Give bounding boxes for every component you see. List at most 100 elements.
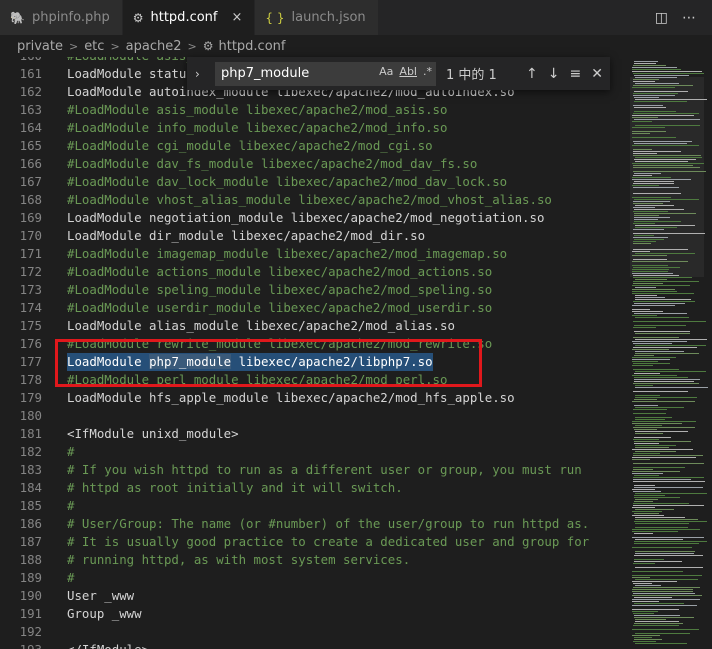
breadcrumb-item[interactable]: etc (84, 39, 104, 54)
code-line[interactable]: 185 # (0, 497, 624, 515)
match-case-button[interactable]: Aa (379, 65, 393, 78)
minimap-line (634, 199, 699, 200)
minimap-line (632, 265, 668, 266)
minimap-line (632, 581, 677, 582)
minimap[interactable] (624, 57, 712, 649)
code-line[interactable]: 190 User _www (0, 587, 624, 605)
code-line[interactable]: 178 #LoadModule perl_module libexec/apach… (0, 371, 624, 389)
minimap-line (632, 293, 694, 294)
code-line[interactable]: 171 #LoadModule imagemap_module libexec/a… (0, 245, 624, 263)
code-line[interactable]: 192 (0, 623, 624, 641)
arrow-down-icon[interactable]: ↓ (548, 66, 560, 82)
more-actions-icon[interactable]: ⋯ (682, 10, 696, 26)
minimap-line (632, 421, 696, 422)
minimap-line (634, 377, 688, 378)
code-text: LoadModule dir_module libexec/apache2/mo… (67, 228, 426, 243)
minimap-line (634, 485, 655, 486)
minimap-line (634, 75, 689, 76)
code-line[interactable]: 179 LoadModule hfs_apple_module libexec/a… (0, 389, 624, 407)
line-number: 185 (19, 498, 42, 513)
minimap-line (634, 617, 694, 618)
code-text: Group _www (67, 606, 142, 621)
minimap-line (635, 395, 660, 396)
code-line[interactable]: 174 #LoadModule userdir_module libexec/ap… (0, 299, 624, 317)
code-line[interactable]: 167 #LoadModule dav_lock_module libexec/a… (0, 173, 624, 191)
code-line[interactable]: 187 # It is usually good practice to crea… (0, 533, 624, 551)
minimap-line (634, 217, 670, 218)
minimap-line (634, 101, 687, 102)
code-line[interactable]: 164 #LoadModule info_module libexec/apach… (0, 119, 624, 137)
minimap-line (632, 577, 650, 578)
minimap-line (633, 505, 704, 506)
code-line[interactable]: 176 #LoadModule rewrite_module libexec/ap… (0, 335, 624, 353)
match-count: 1 中的 1 (446, 68, 497, 83)
line-number: 162 (19, 84, 42, 99)
code-line[interactable]: 183 # If you wish httpd to run as a diffe… (0, 461, 624, 479)
minimap-line (634, 497, 680, 498)
code-text: #LoadModule imagemap_module libexec/apac… (67, 246, 508, 261)
find-widget: › php7_module Aa Abl .* 1 中的 1 ↑ ↓ ≡ ✕ (187, 57, 610, 90)
tab-phpinfo-php[interactable]: 🐘 phpinfo.php (0, 0, 123, 35)
code-line[interactable]: 184 # httpd as root initially and it will… (0, 479, 624, 497)
code-line[interactable]: 177 LoadModule php7_module libexec/apache… (0, 353, 624, 371)
code-text: User _www (67, 588, 135, 603)
code-line[interactable]: 186 # User/Group: The name (or #number) o… (0, 515, 624, 533)
minimap-line (635, 579, 698, 580)
line-number: 189 (19, 570, 42, 585)
code-text: #LoadModule userdir_module libexec/apach… (67, 300, 493, 315)
minimap-line (634, 373, 660, 374)
minimap-line (632, 537, 704, 538)
code-line[interactable]: 188 # running httpd, as with most system … (0, 551, 624, 569)
close-tab-icon[interactable]: × (232, 10, 243, 25)
code-text: # If you wish httpd to run as a differen… (67, 462, 582, 477)
minimap-line (632, 547, 692, 548)
arrow-up-icon[interactable]: ↑ (526, 66, 538, 82)
tab-httpd-conf[interactable]: ⚙ httpd.conf × (122, 0, 256, 35)
code-line[interactable]: 182 # (0, 443, 624, 461)
minimap-line (632, 611, 658, 612)
find-input[interactable]: php7_module Aa Abl .* (215, 61, 436, 86)
minimap-line (634, 381, 694, 382)
split-editor-icon[interactable]: ◫ (655, 10, 668, 26)
code-line[interactable]: 189 # (0, 569, 624, 587)
regex-button[interactable]: .* (423, 65, 432, 78)
whole-word-button[interactable]: Abl (399, 65, 417, 78)
minimap-line (632, 179, 691, 180)
code-line[interactable]: 191 Group _www (0, 605, 624, 623)
code-text: LoadModule negotiation_module libexec/ap… (67, 210, 545, 225)
code-line[interactable]: 172 #LoadModule actions_module libexec/ap… (0, 263, 624, 281)
minimap-line (634, 235, 654, 236)
close-icon[interactable]: ✕ (591, 66, 603, 82)
code-line[interactable]: 169 LoadModule negotiation_module libexec… (0, 209, 624, 227)
code-line[interactable]: 193 </IfModule> (0, 641, 624, 649)
toggle-replace-icon[interactable]: › (195, 67, 209, 81)
minimap-line (632, 357, 676, 358)
find-in-selection-icon[interactable]: ≡ (569, 66, 581, 82)
minimap-line (632, 305, 675, 306)
code-line[interactable]: 168 #LoadModule vhost_alias_module libexe… (0, 191, 624, 209)
minimap-line (634, 603, 684, 604)
breadcrumb-item[interactable]: apache2 (126, 39, 182, 54)
minimap-line (632, 575, 702, 576)
code-line[interactable]: 181 <IfModule unixd_module> (0, 425, 624, 443)
code-line[interactable]: 173 #LoadModule speling_module libexec/ap… (0, 281, 624, 299)
minimap-line (635, 539, 683, 540)
line-number: 174 (19, 300, 42, 315)
tab-launch-json[interactable]: { } launch.json (255, 0, 379, 35)
code-line[interactable]: 175 LoadModule alias_module libexec/apach… (0, 317, 624, 335)
code-line[interactable]: 166 #LoadModule dav_fs_module libexec/apa… (0, 155, 624, 173)
code-line[interactable]: 170 LoadModule dir_module libexec/apache2… (0, 227, 624, 245)
minimap-line (635, 161, 688, 162)
minimap-line (633, 391, 688, 392)
find-query: php7_module (221, 66, 310, 81)
breadcrumb-item[interactable]: httpd.conf (218, 39, 285, 54)
breadcrumb-item[interactable]: private (17, 39, 63, 54)
code-line[interactable]: 165 #LoadModule cgi_module libexec/apache… (0, 137, 624, 155)
minimap-line (634, 159, 696, 160)
minimap-line (632, 127, 665, 128)
code-editor[interactable]: 160 #LoadModule asis_module libexec/apach… (0, 57, 624, 649)
code-line[interactable]: 180 (0, 407, 624, 425)
code-line[interactable]: 163 #LoadModule asis_module libexec/apach… (0, 101, 624, 119)
minimap-line (635, 397, 697, 398)
minimap-line (632, 273, 673, 274)
